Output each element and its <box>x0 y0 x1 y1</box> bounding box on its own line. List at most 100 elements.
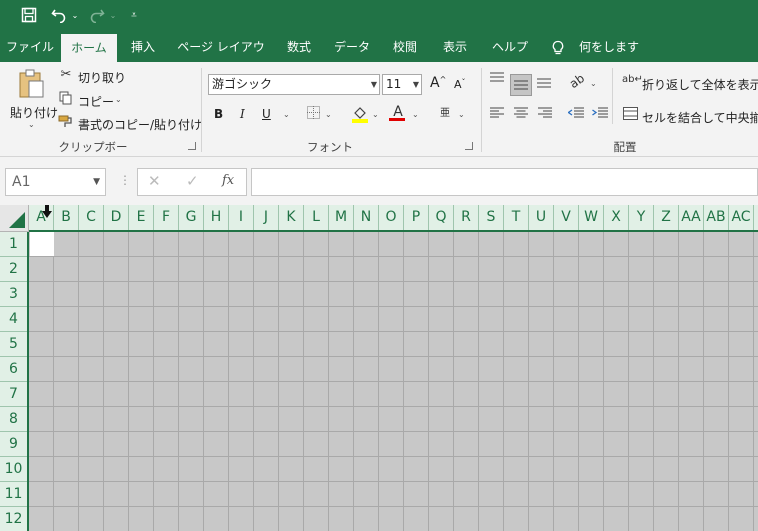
column-header[interactable]: U <box>529 205 554 230</box>
column-header[interactable]: V <box>554 205 579 230</box>
name-box[interactable]: A1 ▼ <box>5 168 106 196</box>
font-name-select[interactable]: 游ゴシック ▼ <box>208 74 380 95</box>
font-color-dropdown-icon[interactable]: ⌄ <box>412 110 419 119</box>
column-header[interactable]: H <box>204 205 229 230</box>
redo-icon[interactable] <box>88 4 106 26</box>
align-top-icon[interactable] <box>489 72 505 88</box>
format-painter-button[interactable]: 書式のコピー/貼り付け <box>78 116 202 133</box>
save-icon[interactable] <box>18 4 40 26</box>
orientation-dropdown-icon[interactable]: ⌄ <box>590 79 597 88</box>
increase-font-size-button[interactable]: A^ <box>430 75 446 91</box>
align-bottom-icon[interactable] <box>536 76 552 92</box>
tab-help[interactable]: ヘルプ <box>485 32 535 62</box>
increase-indent-icon[interactable] <box>592 107 608 123</box>
select-all-button[interactable] <box>0 205 29 232</box>
paste-dropdown-icon[interactable]: ⌄ <box>28 120 35 129</box>
column-header[interactable]: B <box>54 205 79 230</box>
column-header[interactable]: D <box>104 205 129 230</box>
column-header[interactable]: AA <box>679 205 704 230</box>
tab-data[interactable]: データ <box>329 32 375 62</box>
formula-input[interactable] <box>251 168 758 196</box>
column-header[interactable]: X <box>604 205 629 230</box>
column-header[interactable]: AC <box>729 205 754 230</box>
row-header[interactable]: 11 <box>0 482 27 507</box>
align-center-icon[interactable] <box>513 107 529 123</box>
tab-insert[interactable]: 挿入 <box>123 32 163 62</box>
tab-formulas[interactable]: 数式 <box>279 32 319 62</box>
orientation-icon[interactable]: ab <box>566 70 589 92</box>
format-painter-icon[interactable] <box>58 114 74 132</box>
align-right-icon[interactable] <box>537 107 553 123</box>
bold-button[interactable]: B <box>214 107 223 121</box>
row-header[interactable]: 10 <box>0 457 27 482</box>
cut-icon[interactable]: ✂ <box>58 67 74 82</box>
paste-button[interactable]: 貼り付け <box>10 104 58 121</box>
column-header[interactable]: L <box>304 205 329 230</box>
font-launcher-icon[interactable] <box>465 142 473 150</box>
tab-view[interactable]: 表示 <box>435 32 475 62</box>
tab-review[interactable]: 校閲 <box>385 32 425 62</box>
column-header[interactable]: S <box>479 205 504 230</box>
row-header[interactable]: 5 <box>0 332 27 357</box>
column-header[interactable]: P <box>404 205 429 230</box>
align-left-icon[interactable] <box>489 107 505 123</box>
fill-color-icon[interactable] <box>350 105 370 127</box>
cell-area[interactable] <box>29 232 758 531</box>
column-header[interactable]: I <box>229 205 254 230</box>
row-header[interactable]: 2 <box>0 257 27 282</box>
column-header[interactable]: J <box>254 205 279 230</box>
tab-page-layout[interactable]: ページ レイアウト <box>173 32 269 84</box>
column-header[interactable]: K <box>279 205 304 230</box>
row-header[interactable]: 1 <box>0 232 27 257</box>
tab-home[interactable]: ホーム <box>61 34 117 62</box>
borders-icon[interactable] <box>305 106 321 123</box>
italic-button[interactable]: I <box>240 107 245 121</box>
row-header[interactable]: 8 <box>0 407 27 432</box>
paste-icon[interactable] <box>14 68 48 102</box>
decrease-indent-icon[interactable] <box>567 107 584 123</box>
column-header[interactable]: G <box>179 205 204 230</box>
merge-center-button[interactable]: セルを結合して中央揃え <box>642 109 758 126</box>
insert-function-icon[interactable]: fx <box>222 173 234 188</box>
row-header[interactable]: 9 <box>0 432 27 457</box>
underline-button[interactable]: U <box>262 107 271 121</box>
font-size-select[interactable]: 11 ▼ <box>382 74 422 95</box>
phonetic-dropdown-icon[interactable]: ⌄ <box>458 110 465 119</box>
copy-icon[interactable] <box>58 91 74 109</box>
fill-color-dropdown-icon[interactable]: ⌄ <box>372 110 379 119</box>
column-header[interactable]: M <box>329 205 354 230</box>
wrap-text-icon[interactable]: ab↵ <box>622 74 643 85</box>
clipboard-launcher-icon[interactable] <box>188 142 196 150</box>
undo-dropdown-icon[interactable]: ⌄ <box>71 4 79 26</box>
column-header[interactable]: R <box>454 205 479 230</box>
row-header[interactable]: 6 <box>0 357 27 382</box>
row-header[interactable]: 4 <box>0 307 27 332</box>
row-header[interactable]: 3 <box>0 282 27 307</box>
redo-dropdown-icon[interactable]: ⌄ <box>109 4 117 26</box>
column-header[interactable]: T <box>504 205 529 230</box>
cut-button[interactable]: 切り取り <box>78 69 126 86</box>
column-header[interactable]: C <box>79 205 104 230</box>
underline-dropdown-icon[interactable]: ⌄ <box>283 110 290 119</box>
phonetic-guide-icon[interactable]: 亜 <box>438 104 452 119</box>
active-cell[interactable] <box>30 232 54 256</box>
column-header[interactable]: F <box>154 205 179 230</box>
tell-me-search[interactable]: 何をしますか <box>574 32 644 84</box>
wrap-text-button[interactable]: 折り返して全体を表示す <box>642 76 758 93</box>
customize-qat-icon[interactable]: ⩡ <box>128 4 140 26</box>
column-header[interactable]: N <box>354 205 379 230</box>
column-header[interactable]: AB <box>704 205 729 230</box>
cancel-icon[interactable]: ✕ <box>148 172 161 190</box>
undo-icon[interactable] <box>50 4 68 26</box>
column-header[interactable]: W <box>579 205 604 230</box>
merge-center-icon[interactable] <box>622 107 638 124</box>
column-header[interactable]: O <box>379 205 404 230</box>
column-header[interactable]: Q <box>429 205 454 230</box>
tab-file[interactable]: ファイル <box>4 32 56 62</box>
column-header[interactable]: A <box>754 205 758 230</box>
row-header[interactable]: 7 <box>0 382 27 407</box>
copy-button[interactable]: コピー <box>78 93 114 110</box>
column-header[interactable]: E <box>129 205 154 230</box>
borders-dropdown-icon[interactable]: ⌄ <box>325 110 332 119</box>
align-middle-icon[interactable] <box>510 74 532 96</box>
